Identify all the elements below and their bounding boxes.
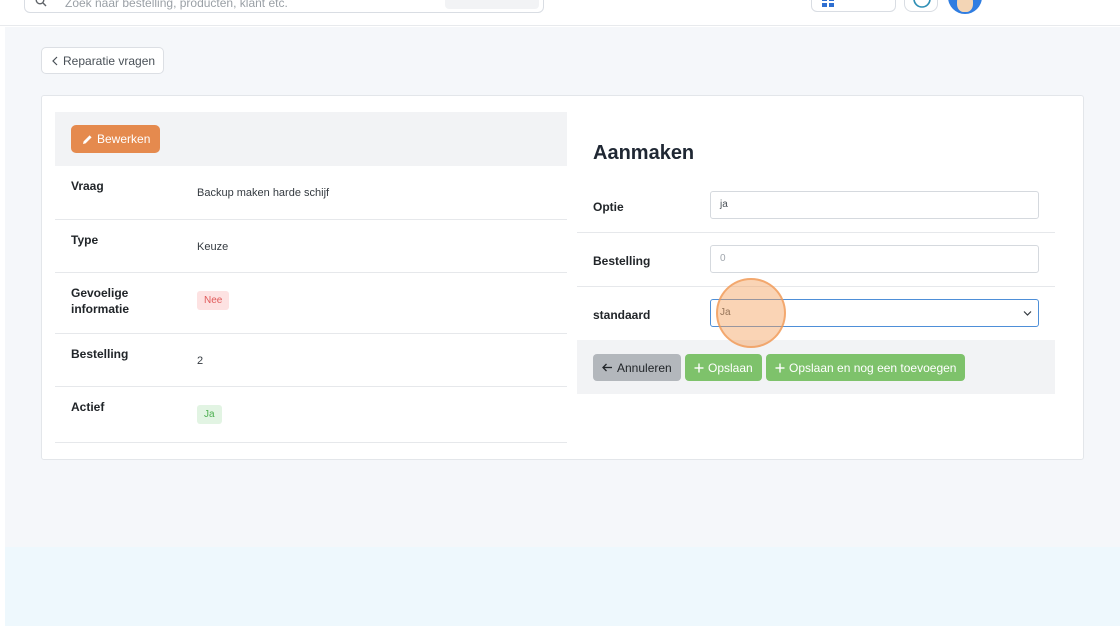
pencil-icon [83,134,92,144]
search-placeholder: Zoek naar bestelling, producten, klant e… [65,0,288,10]
form-label: standaard [593,308,651,322]
apps-button[interactable] [811,0,896,12]
chevron-left-icon [52,56,58,65]
form-label: Bestelling [593,254,651,268]
avatar[interactable] [948,0,982,14]
save-and-add-button-label: Opslaan en nog een toevoegen [789,360,957,375]
status-badge: Ja [197,405,222,424]
back-button[interactable]: Reparatie vragen [41,47,164,74]
detail-label: Vraag [71,179,104,193]
top-bar: Zoek naar bestelling, producten, klant e… [0,0,1120,26]
detail-label: Type [71,233,99,247]
edit-button[interactable]: Bewerken [71,125,160,153]
detail-label: Bestelling [71,347,129,361]
footer-area [5,547,1120,626]
search-input[interactable]: Zoek naar bestelling, producten, klant e… [24,0,544,13]
bestelling-input[interactable]: 0 [710,245,1039,273]
chevron-down-icon [1023,311,1032,316]
detail-row-bestelling: Bestelling 2 [55,334,567,387]
form-title: Aanmaken [593,142,695,164]
optie-input[interactable]: ja [710,191,1039,219]
search-shortcut [445,0,539,9]
detail-row-actief: Actief Ja [55,387,567,443]
cancel-button-label: Annuleren [617,360,672,375]
save-button[interactable]: Opslaan [685,354,762,381]
cancel-button[interactable]: Annuleren [593,354,681,381]
arrow-left-icon [602,363,612,372]
detail-row-type: Type Keuze [55,220,567,273]
form-row-standaard: standaard Ja [577,287,1055,341]
help-button[interactable] [904,0,938,12]
detail-row-gevoelige-informatie: Gevoelige informatie Nee [55,273,567,334]
detail-value: Backup maken harde schijf [197,187,330,199]
save-button-label: Opslaan [708,360,753,375]
detail-label: Actief [71,400,105,414]
plus-icon [694,363,704,372]
detail-label: Gevoelige informatie [71,286,130,316]
detail-row-vraag: Vraag Backup maken harde schijf [55,166,567,220]
main-card: Bewerken Vraag Backup maken harde schijf… [41,95,1084,460]
search-icon [35,0,47,7]
form-row-bestelling: Bestelling 0 [577,233,1055,287]
save-and-add-button[interactable]: Opslaan en nog een toevoegen [766,354,966,381]
apps-icon [822,0,834,7]
plus-icon [775,363,785,372]
status-badge: Nee [197,291,230,310]
standaard-select[interactable]: Ja [710,299,1039,327]
detail-value: 2 [197,355,204,367]
avatar-face [957,0,973,12]
back-button-label: Reparatie vragen [63,53,156,68]
form-row-optie: Optie ja [577,179,1055,233]
edit-button-label: Bewerken [97,132,151,146]
form-actions: Annuleren Opslaan Opslaan en nog een toe… [577,340,1055,394]
help-icon [913,0,931,8]
details-header: Bewerken [55,112,567,166]
form-label: Optie [593,200,624,214]
standaard-select-value: Ja [720,307,731,318]
detail-value: Keuze [197,241,229,253]
